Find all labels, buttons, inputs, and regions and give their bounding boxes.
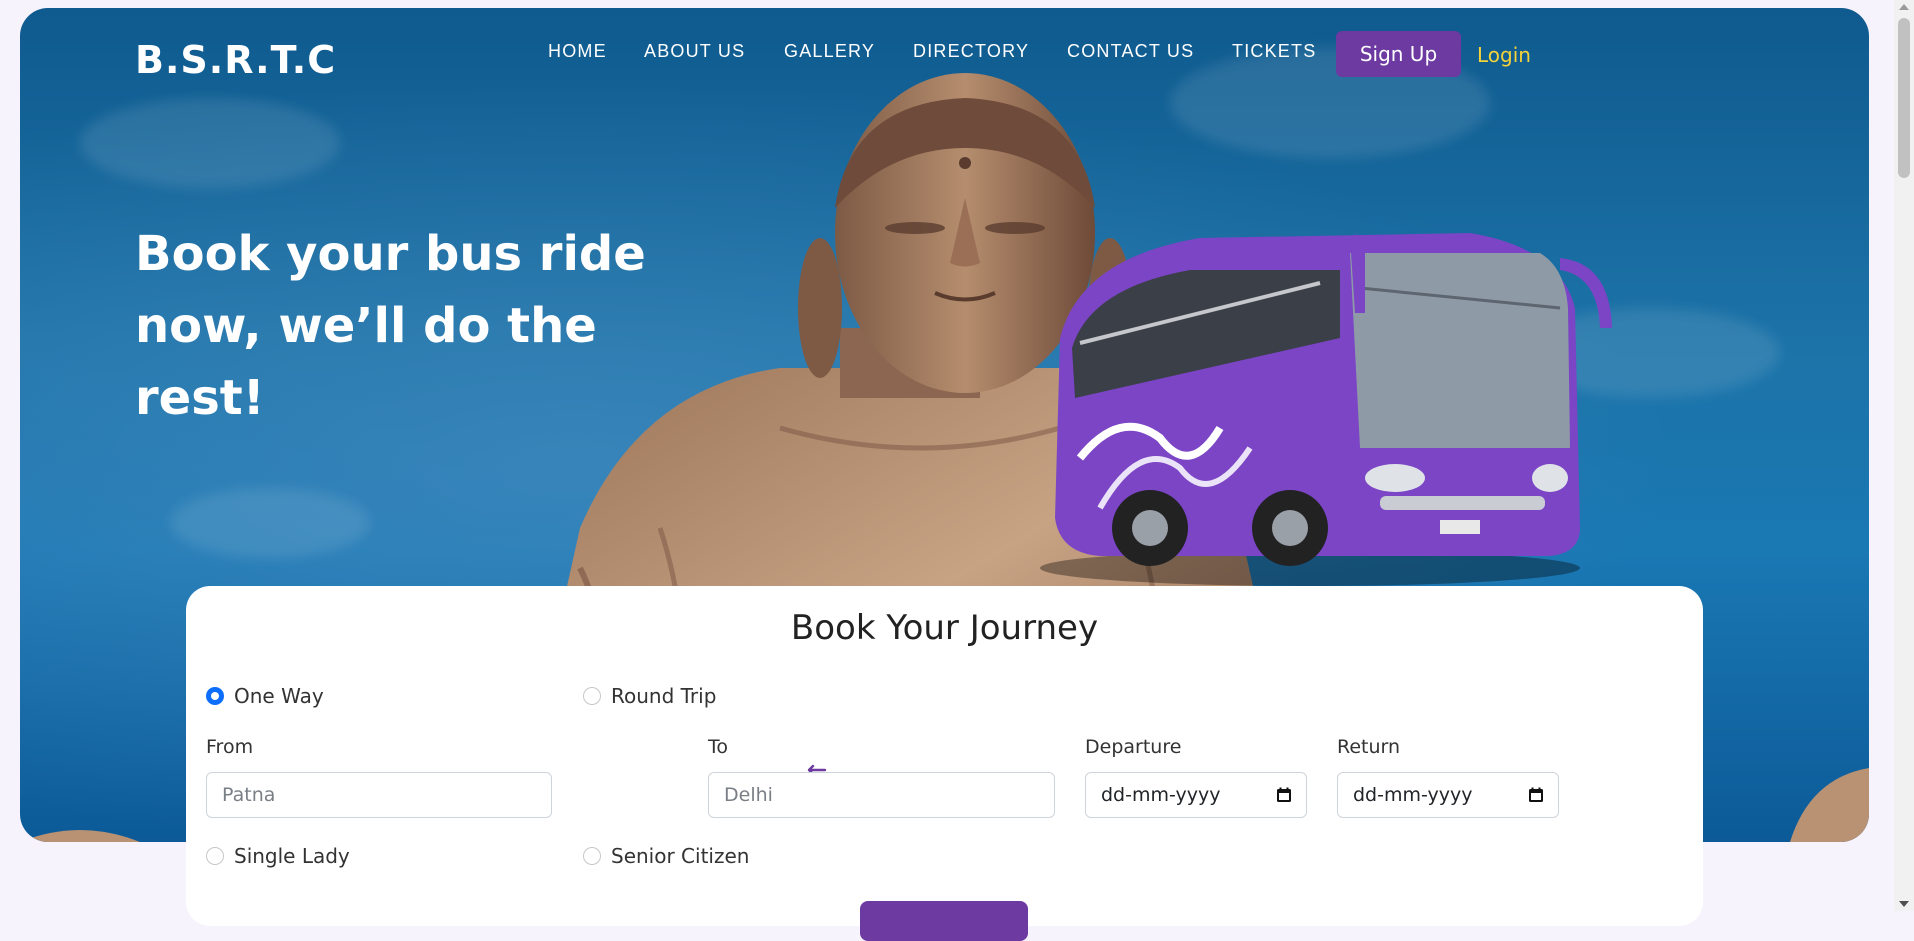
scrollbar-thumb[interactable] xyxy=(1898,18,1910,178)
return-date-input[interactable]: dd-mm-yyyy xyxy=(1337,772,1559,818)
single-lady-label: Single Lady xyxy=(234,844,350,868)
scroll-up-arrow-icon[interactable] xyxy=(1899,4,1909,10)
senior-citizen-radio[interactable] xyxy=(583,847,601,865)
departure-date-input[interactable]: dd-mm-yyyy xyxy=(1085,772,1307,818)
nav-about-us[interactable]: ABOUT US xyxy=(644,41,745,62)
page-scrollbar[interactable] xyxy=(1894,0,1914,911)
nav-directory[interactable]: DIRECTORY xyxy=(913,41,1029,62)
booking-title: Book Your Journey xyxy=(790,608,1099,648)
calendar-icon[interactable] xyxy=(1276,787,1292,803)
from-input[interactable]: Patna xyxy=(206,772,552,818)
return-label: Return xyxy=(1337,736,1401,758)
one-way-option[interactable]: One Way xyxy=(206,684,324,708)
one-way-radio[interactable] xyxy=(206,687,224,705)
nav-home[interactable]: HOME xyxy=(548,41,607,62)
single-lady-radio[interactable] xyxy=(206,847,224,865)
senior-citizen-label: Senior Citizen xyxy=(611,844,750,868)
to-input[interactable]: Delhi xyxy=(708,772,1055,818)
brand-logo[interactable]: B.S.R.T.C xyxy=(135,38,336,82)
round-trip-radio[interactable] xyxy=(583,687,601,705)
calendar-icon[interactable] xyxy=(1528,787,1544,803)
return-value: dd-mm-yyyy xyxy=(1353,784,1473,806)
scroll-down-arrow-icon[interactable] xyxy=(1899,901,1909,907)
signup-button[interactable]: Sign Up xyxy=(1336,31,1461,77)
departure-value: dd-mm-yyyy xyxy=(1101,784,1221,806)
senior-citizen-option[interactable]: Senior Citizen xyxy=(583,844,749,868)
single-lady-option[interactable]: Single Lady xyxy=(206,844,350,868)
from-placeholder: Patna xyxy=(222,784,276,806)
from-label: From xyxy=(206,736,254,758)
nav-tickets[interactable]: TICKETS xyxy=(1232,41,1316,62)
login-link[interactable]: Login xyxy=(1477,43,1531,67)
round-trip-option[interactable]: Round Trip xyxy=(583,684,716,708)
headline-line-2: now, we’ll do the rest! xyxy=(135,298,597,426)
nav-contact-us[interactable]: CONTACT US xyxy=(1067,41,1194,62)
nav-gallery[interactable]: GALLERY xyxy=(784,41,875,62)
departure-label: Departure xyxy=(1085,736,1182,758)
booking-card: Book Your Journey One Way Round Trip Fro… xyxy=(186,586,1703,941)
bus-image xyxy=(1040,233,1612,586)
search-button[interactable] xyxy=(860,901,1028,941)
headline-line-1: Book your bus ride xyxy=(135,226,646,282)
to-label: To xyxy=(708,736,729,758)
round-trip-label: Round Trip xyxy=(611,684,717,708)
hero-headline: Book your bus ride now, we’ll do the res… xyxy=(135,218,695,434)
one-way-label: One Way xyxy=(234,684,324,708)
to-placeholder: Delhi xyxy=(724,784,773,806)
